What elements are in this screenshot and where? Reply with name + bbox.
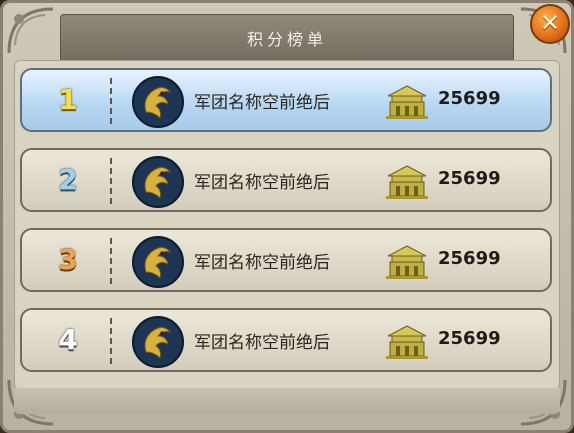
team-name: 军团名称空前绝后 bbox=[194, 173, 330, 193]
close-icon: ✕ bbox=[539, 9, 561, 37]
panel-title-label: 积分榜单 bbox=[246, 30, 327, 49]
close-button[interactable]: ✕ bbox=[530, 4, 570, 44]
ranking-row-3[interactable]: 3 军团名称空前绝后 25699 bbox=[20, 228, 552, 292]
row-divider bbox=[110, 158, 112, 204]
score-value: 25699 bbox=[438, 168, 501, 189]
score-value: 25699 bbox=[438, 248, 501, 269]
score-value: 25699 bbox=[438, 88, 501, 109]
row-divider bbox=[110, 318, 112, 364]
panel-title: 积分榜单 bbox=[0, 25, 574, 55]
dragon-emblem-icon bbox=[132, 316, 184, 368]
rank-number: 1 bbox=[58, 83, 78, 116]
dragon-emblem-icon bbox=[132, 236, 184, 288]
palace-score-icon bbox=[386, 325, 428, 359]
ranking-row-4[interactable]: 4 军团名称空前绝后 25699 bbox=[20, 308, 552, 372]
row-divider bbox=[110, 238, 112, 284]
rank-number: 2 bbox=[58, 163, 78, 196]
list-bottom-strip bbox=[14, 388, 560, 414]
rank-number: 3 bbox=[58, 243, 78, 276]
dragon-emblem-icon bbox=[132, 156, 184, 208]
row-divider bbox=[110, 78, 112, 124]
dragon-emblem-icon bbox=[132, 76, 184, 128]
team-name: 军团名称空前绝后 bbox=[194, 253, 330, 273]
palace-score-icon bbox=[386, 245, 428, 279]
team-name: 军团名称空前绝后 bbox=[194, 93, 330, 113]
ranking-row-1[interactable]: 1 军团名称空前绝后 25699 bbox=[20, 68, 552, 132]
palace-score-icon bbox=[386, 165, 428, 199]
score-value: 25699 bbox=[438, 328, 501, 349]
palace-score-icon bbox=[386, 85, 428, 119]
rank-number: 4 bbox=[58, 323, 78, 356]
ranking-list: 1 军团名称空前绝后 25699 2 军团名称空前绝后 25699 3 军团名称… bbox=[14, 60, 560, 390]
team-name: 军团名称空前绝后 bbox=[194, 333, 330, 353]
ranking-row-2[interactable]: 2 军团名称空前绝后 25699 bbox=[20, 148, 552, 212]
